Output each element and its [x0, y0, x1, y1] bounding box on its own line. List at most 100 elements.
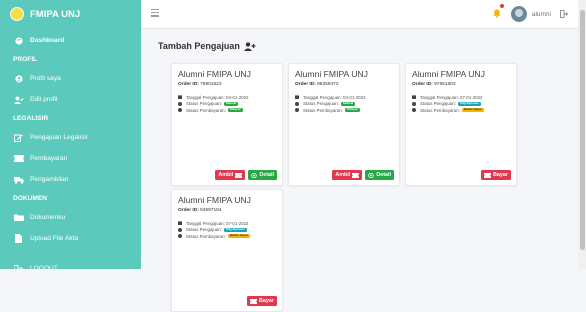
info-icon	[178, 234, 183, 239]
detail-button[interactable]: Detail	[365, 170, 394, 180]
file-icon	[13, 234, 24, 243]
ambil-button[interactable]: Ambil	[215, 170, 246, 180]
order-id-label: Order ID:	[412, 82, 433, 87]
status-badge: Belum bayar	[227, 233, 250, 239]
ticket-icon	[235, 172, 243, 178]
calendar-icon	[295, 95, 300, 100]
topbar: alumni	[141, 0, 586, 29]
status-pembayaran: Status Pembayaran: Belum bayar	[178, 233, 282, 240]
status-pengajuan-label: Status Pengajuan:	[420, 101, 456, 107]
order-id: Order ID: 97851803	[412, 82, 516, 87]
sidebar-item-pengajuan-legalisir[interactable]: Pengajuan Legalisir	[0, 127, 141, 148]
card-actions: Bayar	[244, 296, 277, 306]
order-card: Alumni FMIPA UNJ Order ID: 86259472 Tang…	[288, 63, 400, 186]
bell-icon[interactable]	[493, 4, 504, 23]
detail-button[interactable]: Detail	[248, 170, 277, 180]
brand[interactable]: FMIPA UNJ	[0, 0, 141, 28]
calendar-icon	[178, 221, 183, 226]
sidebar-heading-dokumen: DOKUMEN	[13, 195, 48, 202]
folder-icon	[13, 214, 24, 221]
info-icon	[412, 108, 417, 113]
avatar[interactable]	[510, 6, 527, 22]
user-add-icon[interactable]	[243, 41, 256, 51]
order-id: Order ID: 76901823	[178, 82, 282, 87]
order-id-value: 97851803	[434, 82, 456, 87]
palette-icon	[13, 36, 24, 45]
order-id-label: Order ID:	[178, 82, 199, 87]
status-badge: Selesai	[223, 100, 239, 106]
order-card: Alumni FMIPA UNJ Order ID: 97851803 Tang…	[405, 63, 517, 186]
info-icon	[178, 108, 183, 113]
truck-icon	[13, 176, 24, 184]
card-actions: Ambil Detail	[329, 170, 394, 180]
sidebar-item-label: Dashboard	[30, 37, 65, 44]
sidebar-item-pembayaran[interactable]: Pembayaran	[0, 148, 141, 169]
sidebar-item-label: Pembayaran	[30, 155, 68, 162]
ticket-icon	[352, 172, 360, 178]
info-icon	[295, 108, 300, 113]
status-badge: Selesai	[340, 100, 356, 106]
info-icon	[178, 101, 183, 106]
order-id: Order ID: 86259472	[295, 82, 399, 87]
info-icon	[295, 101, 300, 106]
bayar-button-label: Bayar	[493, 172, 508, 178]
status-badge: Sdg diproses	[223, 226, 247, 232]
sidebar-item-pengambilan[interactable]: Pengambilan	[0, 169, 141, 190]
sidebar-item-dashboard[interactable]: Dashboard	[0, 30, 141, 51]
sidebar-nav: Dashboard PROFIL Profil saya Edit profil…	[0, 28, 141, 279]
status-pembayaran: Status Pembayaran: Belum bayar	[412, 107, 516, 114]
brand-logo	[10, 7, 24, 21]
logout-icon[interactable]	[560, 5, 569, 23]
order-card: Alumni FMIPA UNJ Order ID: 53697184 Tang…	[171, 189, 283, 312]
status-badge: Belum bayar	[461, 107, 484, 113]
tanggal-pengajuan-text: Tanggal Pengajuan: 07-01-2022	[186, 220, 249, 226]
status-badge: Sdg diproses	[457, 100, 481, 106]
sidebar-item-dokumenku[interactable]: Dokumenku	[0, 207, 141, 228]
edit-icon	[13, 134, 24, 142]
ambil-button[interactable]: Ambil	[332, 170, 363, 180]
status-pengajuan-label: Status Pengajuan:	[186, 101, 222, 107]
bayar-button[interactable]: Bayar	[481, 170, 511, 180]
scrollbar[interactable]	[578, 0, 586, 269]
order-id-value: 86259472	[317, 82, 339, 87]
ambil-button-label: Ambil	[218, 172, 234, 178]
username[interactable]: alumni	[532, 11, 551, 18]
menu-toggle-icon[interactable]	[151, 9, 159, 19]
user-edit-icon	[13, 96, 24, 104]
user-menu: alumni	[493, 4, 569, 23]
card-title: Alumni FMIPA UNJ	[178, 69, 251, 79]
ambil-button-label: Ambil	[335, 172, 351, 178]
info-icon	[178, 227, 183, 232]
scrollbar-thumb[interactable]	[579, 10, 585, 250]
tanggal-pengajuan-text: Tanggal Pengajuan: 04-01-2022	[303, 94, 366, 100]
order-card: Alumni FMIPA UNJ Order ID: 76901823 Tang…	[171, 63, 283, 186]
sidebar-item-label: Pengambilan	[30, 176, 69, 183]
tanggal-pengajuan-text: Tanggal Pengajuan: 07-01-2022	[420, 94, 483, 100]
calendar-icon	[412, 95, 417, 100]
sidebar-item-edit-profil[interactable]: Edit profil	[0, 89, 141, 110]
status-pengajuan-label: Status Pengajuan:	[303, 101, 339, 107]
order-id: Order ID: 53697184	[178, 208, 282, 213]
status-badge: Dibayar	[227, 107, 243, 113]
status-pembayaran-label: Status Pembayaran:	[303, 107, 343, 113]
sidebar-item-label: Pengajuan Legalisir	[30, 134, 88, 141]
sidebar-item-label: Edit profil	[30, 96, 58, 103]
status-pembayaran-label: Status Pembayaran:	[186, 107, 226, 113]
status-badge: Dibayar	[344, 107, 360, 113]
sidebar-item-upload-file-akta[interactable]: Upload File Akta	[0, 228, 141, 249]
sidebar-heading-legalisir: LEGALISIR	[13, 115, 49, 122]
order-id-value: 53697184	[200, 208, 222, 213]
card-actions: Bayar	[478, 170, 511, 180]
status-pengajuan-label: Status Pengajuan:	[186, 227, 222, 233]
card-actions: Ambil Detail	[212, 170, 277, 180]
bayar-button-label: Bayar	[259, 298, 274, 304]
bayar-button[interactable]: Bayar	[247, 296, 277, 306]
status-pembayaran-label: Status Pembayaran:	[186, 233, 226, 239]
info-icon	[412, 101, 417, 106]
ticket-icon	[13, 155, 24, 162]
card-title: Alumni FMIPA UNJ	[178, 195, 251, 205]
card-title: Alumni FMIPA UNJ	[412, 69, 485, 79]
brand-name: FMIPA UNJ	[30, 8, 81, 20]
sidebar-item-profil-saya[interactable]: Profil saya	[0, 68, 141, 89]
ticket-icon	[484, 172, 491, 178]
